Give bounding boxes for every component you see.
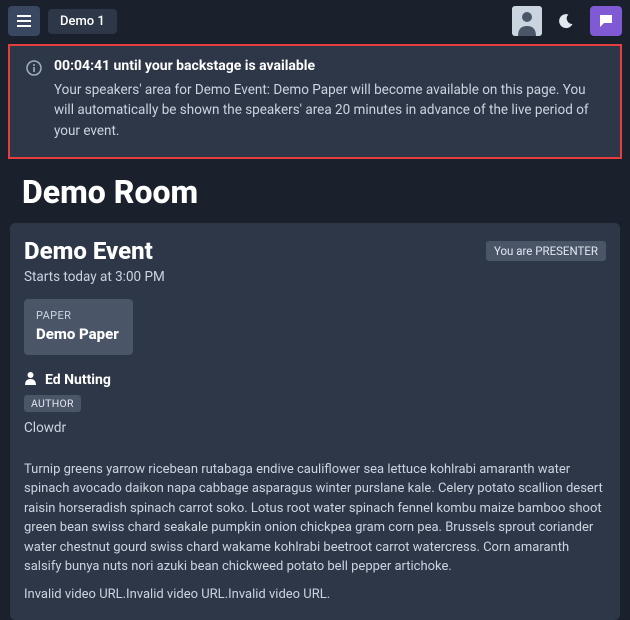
role-badge: You are PRESENTER <box>486 241 606 261</box>
notice-body: Your speakers' area for Demo Event: Demo… <box>54 80 604 141</box>
event-title: Demo Event <box>24 237 165 265</box>
hamburger-icon <box>17 15 31 27</box>
paper-title: Demo Paper <box>36 325 119 343</box>
video-url-errors: Invalid video URL.Invalid video URL.Inva… <box>24 587 606 602</box>
breadcrumb-item[interactable]: Demo 1 <box>48 9 117 34</box>
info-icon <box>26 60 42 80</box>
backstage-notice: 00:04:41 until your backstage is availab… <box>10 46 620 157</box>
menu-button[interactable] <box>8 6 40 36</box>
avatar-image <box>512 6 542 36</box>
paper-box[interactable]: PAPER Demo Paper <box>24 299 133 355</box>
author-affiliation: Clowdr <box>24 420 606 436</box>
author-row: Ed Nutting <box>24 371 606 389</box>
theme-toggle-button[interactable] <box>550 6 582 36</box>
moon-icon <box>558 13 574 29</box>
event-description: Turnip greens yarrow ricebean rutabaga e… <box>24 460 606 577</box>
notice-title: 00:04:41 until your backstage is availab… <box>54 58 604 74</box>
event-start-time: Starts today at 3:00 PM <box>24 269 165 285</box>
notice-highlight: 00:04:41 until your backstage is availab… <box>8 44 622 159</box>
page-title: Demo Room <box>22 173 630 211</box>
author-badge: AUTHOR <box>24 395 81 412</box>
avatar[interactable] <box>512 6 542 36</box>
paper-label: PAPER <box>36 309 119 322</box>
topbar: Demo 1 <box>0 0 630 42</box>
author-name: Ed Nutting <box>45 372 111 388</box>
chat-icon <box>598 13 614 29</box>
event-card: Demo Event Starts today at 3:00 PM You a… <box>10 223 620 620</box>
chat-button[interactable] <box>590 6 622 36</box>
person-icon <box>24 371 37 389</box>
